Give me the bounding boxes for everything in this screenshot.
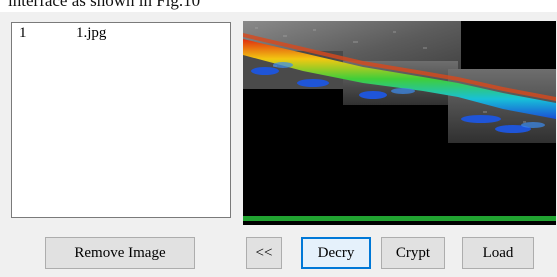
progress-bar-fill <box>243 216 556 221</box>
caption: interface as shown in Fig.10 <box>8 0 201 10</box>
remove-image-button[interactable]: Remove Image <box>45 237 195 269</box>
list-item-filename: 1.jpg <box>76 25 107 41</box>
ultrasound-image <box>243 21 556 143</box>
progress-bar <box>243 216 556 221</box>
previous-button[interactable]: << <box>246 237 282 269</box>
decry-button[interactable]: Decry <box>301 237 371 269</box>
image-list[interactable]: 1 1.jpg <box>11 22 231 218</box>
list-item-index: 1 <box>19 25 27 41</box>
load-button[interactable]: Load <box>462 237 534 269</box>
crypt-button[interactable]: Crypt <box>381 237 445 269</box>
list-item[interactable]: 1 1.jpg <box>12 23 230 43</box>
image-preview <box>243 21 556 225</box>
